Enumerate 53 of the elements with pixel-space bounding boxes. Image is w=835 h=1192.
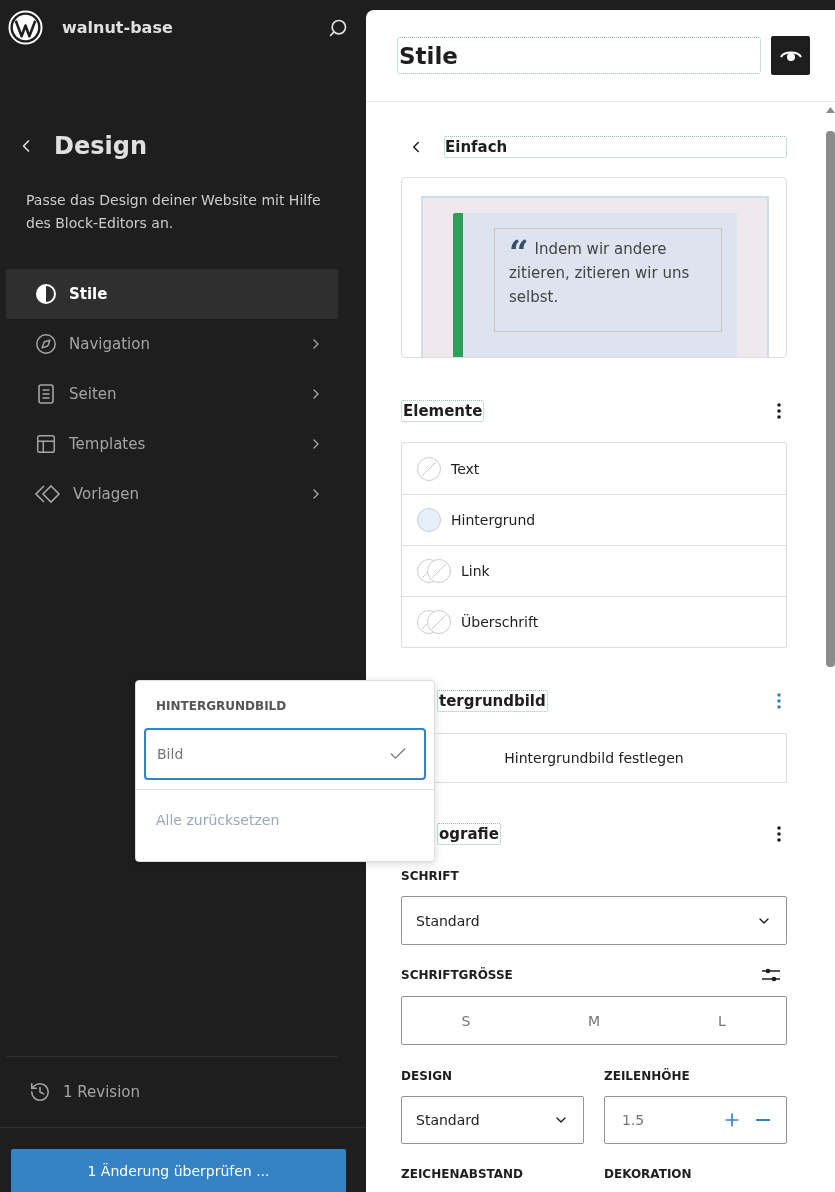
- search-button[interactable]: [328, 17, 348, 38]
- more-icon: [777, 402, 781, 419]
- more-options-button[interactable]: [777, 402, 781, 419]
- preview-button[interactable]: [771, 36, 810, 75]
- menu-item[interactable]: Bild: [144, 728, 426, 780]
- more-icon: [777, 825, 781, 842]
- color-swatch-icon: [417, 559, 451, 583]
- description: Passe das Design deiner Website mit Hilfe des Block-Editors an.: [26, 191, 322, 233]
- scrollbar-thumb[interactable]: [826, 131, 835, 667]
- design-select[interactable]: Standard: [401, 1096, 584, 1144]
- nav-item[interactable]: Navigation: [6, 319, 338, 369]
- compass-icon: [35, 333, 57, 355]
- section-heading: tergrundbild: [437, 689, 548, 712]
- font-select[interactable]: Standard: [401, 896, 787, 945]
- nav-item[interactable]: Seiten: [6, 369, 338, 419]
- layout-icon: [35, 433, 57, 455]
- section-title: Design: [54, 132, 147, 160]
- scroll-up-icon[interactable]: [826, 107, 835, 113]
- diamonds-icon: [35, 483, 61, 505]
- more-icon: [777, 692, 781, 709]
- font-size-option[interactable]: M: [530, 997, 658, 1044]
- more-options-button[interactable]: [777, 825, 781, 842]
- field-label: ZEILENHÖHE: [604, 1069, 691, 1083]
- section-heading: ografie: [437, 822, 501, 845]
- logo-icon[interactable]: [8, 10, 43, 45]
- revision-link[interactable]: 1 Revision: [63, 1083, 140, 1101]
- font-size-option[interactable]: L: [658, 997, 786, 1044]
- field-label: DESIGN: [401, 1069, 454, 1083]
- element-item[interactable]: Überschrift: [402, 596, 786, 647]
- review-changes-button[interactable]: 1 Änderung überprüfen ...: [11, 1149, 346, 1192]
- field-label: SCHRIFTGRÖSSE: [401, 968, 513, 982]
- sliders-icon: [761, 966, 781, 984]
- settings-button[interactable]: [761, 966, 781, 984]
- line-height-field[interactable]: 1.5: [604, 1096, 787, 1144]
- font-size-option[interactable]: S: [402, 997, 530, 1044]
- minus-icon: [756, 1119, 770, 1121]
- popover-heading: HINTERGRUNDBILD: [156, 699, 288, 713]
- nav-item[interactable]: Stile: [6, 269, 338, 319]
- color-swatch-icon: [417, 456, 441, 481]
- color-swatch-icon: [417, 610, 451, 634]
- nav-item[interactable]: Vorlagen: [6, 469, 338, 519]
- site-title: walnut-base: [62, 18, 174, 37]
- element-item[interactable]: Hintergrund: [402, 494, 786, 545]
- page-icon: [35, 383, 57, 405]
- contrast-icon: [35, 283, 57, 305]
- field-label: ZEICHENABSTAND: [401, 1167, 525, 1181]
- nav-item[interactable]: Templates: [6, 419, 338, 469]
- history-icon: [29, 1081, 51, 1103]
- field-label: DEKORATION: [604, 1167, 693, 1181]
- element-item[interactable]: Text: [402, 443, 786, 494]
- field-label: SCHRIFT: [401, 869, 460, 883]
- element-item[interactable]: Link: [402, 545, 786, 596]
- line-height-input[interactable]: 1.5: [620, 1111, 708, 1129]
